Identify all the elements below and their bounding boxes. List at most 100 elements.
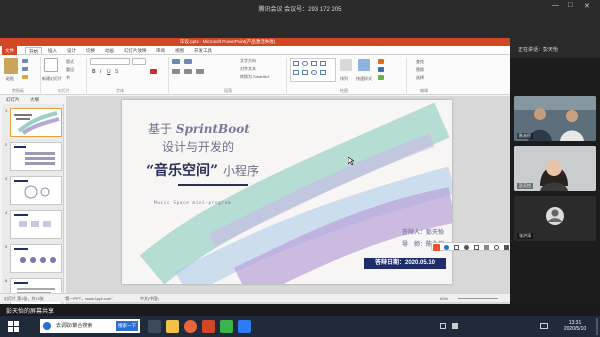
maximize-button[interactable]: □	[568, 2, 572, 9]
skin-icon[interactable]	[484, 245, 489, 250]
align-right-icon[interactable]	[196, 69, 204, 74]
align-left-icon[interactable]	[172, 69, 180, 74]
bullets-icon[interactable]	[172, 59, 180, 64]
tab-file[interactable]: 文件	[2, 46, 17, 55]
tab-animations[interactable]: 动画	[102, 47, 117, 54]
quick-styles-icon[interactable]	[358, 59, 370, 71]
tab-slideshow[interactable]: 幻灯片放映	[121, 47, 150, 54]
title-prefix: 基于	[148, 122, 173, 136]
input-method-icon[interactable]	[540, 323, 548, 329]
tab-transitions[interactable]: 切换	[83, 47, 98, 54]
shadow-icon[interactable]: S	[115, 69, 118, 75]
copy-icon[interactable]	[22, 67, 28, 71]
font-color-icon[interactable]	[150, 69, 157, 74]
font-name-input[interactable]	[90, 58, 130, 65]
reset-button[interactable]: 重设	[66, 67, 74, 73]
shape-fill-icon[interactable]	[378, 59, 384, 64]
section-button[interactable]: 节	[66, 75, 70, 81]
minimize-button[interactable]: —	[552, 2, 559, 9]
line-shape-icon[interactable]	[311, 61, 317, 66]
wechat-icon[interactable]	[220, 320, 233, 333]
network-icon[interactable]	[440, 323, 446, 329]
menu-icon[interactable]	[504, 245, 509, 250]
search-input[interactable]: 去调取/聚合搜索	[56, 322, 92, 329]
oval-shape-icon[interactable]	[302, 61, 308, 66]
slide-thumbnail[interactable]	[10, 108, 62, 137]
font-size-input[interactable]	[132, 58, 146, 65]
brace-shape-icon[interactable]	[320, 70, 326, 75]
arrange-icon[interactable]	[340, 59, 352, 71]
arrow-shape-icon[interactable]	[320, 61, 326, 66]
tab-slides[interactable]: 幻灯片	[6, 97, 20, 103]
cut-icon[interactable]	[22, 59, 28, 63]
tab-outline[interactable]: 大纲	[30, 97, 39, 103]
select-button[interactable]: 选择	[416, 75, 424, 81]
slide-thumbnail[interactable]	[10, 244, 62, 273]
shape-effects-icon[interactable]	[378, 75, 384, 80]
convert-smartart-button[interactable]: 转换为 SmartArt	[240, 74, 269, 80]
underline-icon[interactable]: U	[107, 69, 111, 75]
slide-thumbnail[interactable]	[10, 176, 62, 205]
search-button[interactable]: 搜索一下	[116, 321, 138, 331]
new-slide-icon[interactable]	[44, 58, 58, 72]
numbering-icon[interactable]	[184, 59, 192, 64]
volume-icon[interactable]	[452, 323, 458, 329]
meeting-title: 腾讯会议 会议号：293 172 205	[258, 7, 342, 13]
slide-title-line3: “音乐空间” 小程序	[146, 160, 259, 180]
slide-thumbnail[interactable]	[10, 142, 62, 171]
tab-view[interactable]: 视图	[172, 47, 187, 54]
callout-shape-icon[interactable]	[302, 70, 308, 75]
italic-icon[interactable]: I	[100, 69, 101, 75]
zoom-slider[interactable]	[458, 298, 498, 299]
emoji-icon[interactable]	[494, 245, 499, 250]
keyboard-icon[interactable]	[474, 245, 479, 250]
taskbar-search[interactable]: 去调取/聚合搜索 搜索一下	[40, 319, 140, 333]
task-view-icon[interactable]	[148, 320, 161, 333]
video-tile[interactable]: 张洪涛	[514, 196, 596, 241]
star-shape-icon[interactable]	[311, 70, 317, 75]
replace-button[interactable]: 替换	[416, 67, 424, 73]
title-suffix: 小程序	[222, 164, 259, 178]
slide-canvas[interactable]: 基于 SprintBoot 设计与开发的 “音乐空间” 小程序 Music Sp…	[122, 100, 452, 284]
ribbon-tabs: 文件 开始 插入 设计 切换 动画 幻灯片放映 审阅 视图 开发工具	[0, 46, 510, 55]
windows-start-icon[interactable]	[8, 321, 19, 332]
align-center-icon[interactable]	[184, 69, 192, 74]
powerpoint-icon[interactable]	[202, 320, 215, 333]
tencent-meeting-icon[interactable]	[238, 320, 251, 333]
group-slides: 幻灯片	[58, 88, 70, 93]
tab-home[interactable]: 开始	[25, 47, 42, 54]
text-direction-button[interactable]: 文字方向	[240, 58, 256, 64]
tab-insert[interactable]: 插入	[45, 47, 60, 54]
tab-review[interactable]: 审阅	[153, 47, 168, 54]
divider	[286, 57, 287, 93]
voice-icon[interactable]	[464, 245, 469, 250]
firefox-icon[interactable]	[184, 320, 197, 333]
rectangle-shape-icon[interactable]	[293, 61, 299, 66]
triangle-shape-icon[interactable]	[293, 70, 299, 75]
tab-developer[interactable]: 开发工具	[191, 47, 215, 54]
ribbon: 粘贴 剪贴板 新建幻灯片 版式 重设 节 幻灯片 B I U S 字体 文字方向…	[0, 55, 510, 95]
system-clock[interactable]: 13:31 2020/5/10	[556, 320, 594, 332]
ppt-title-bar: 毕设.pptx - Microsoft PowerPoint(产品激活失败)	[0, 38, 510, 46]
bold-icon[interactable]: B	[92, 69, 96, 75]
align-text-button[interactable]: 对齐文本	[240, 66, 256, 72]
slide-thumbnail[interactable]	[10, 210, 62, 239]
ime-toolbar[interactable]	[431, 242, 515, 251]
tab-design[interactable]: 设计	[64, 47, 79, 54]
shapes-gallery[interactable]	[290, 58, 336, 82]
paste-icon[interactable]	[4, 58, 18, 74]
layout-button[interactable]: 版式	[66, 59, 74, 65]
show-desktop-button[interactable]	[596, 318, 598, 335]
format-painter-icon[interactable]	[22, 75, 28, 79]
shape-outline-icon[interactable]	[378, 67, 384, 72]
chinese-mode-icon[interactable]	[444, 245, 449, 250]
zoom-level[interactable]: 63%	[440, 296, 448, 301]
file-explorer-icon[interactable]	[166, 320, 179, 333]
video-tile[interactable]: 陈永恒	[514, 96, 596, 141]
thumb-art-icon	[14, 180, 50, 199]
slide-title-line1: 基于 SprintBoot	[148, 120, 250, 137]
close-button[interactable]: ✕	[584, 2, 590, 10]
punctuation-icon[interactable]	[454, 245, 459, 250]
find-button[interactable]: 查找	[416, 59, 424, 65]
video-tile[interactable]: 彭天怡	[514, 146, 596, 191]
